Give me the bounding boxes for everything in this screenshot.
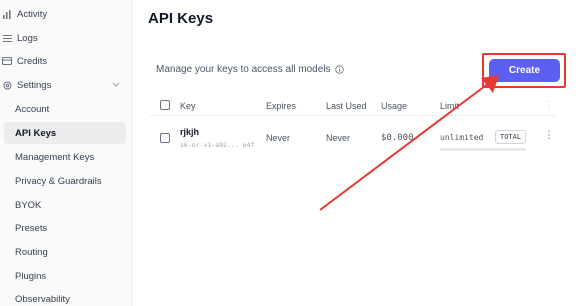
header-last-used: Last Used — [326, 101, 367, 111]
sidebar-item-label: Observability — [15, 293, 70, 305]
sidebar-item-label: Management Keys — [15, 151, 95, 163]
row-checkbox[interactable] — [160, 133, 170, 143]
sidebar-item-label: Presets — [15, 222, 48, 234]
sidebar: Activity Logs Credits Settings Account A… — [0, 0, 132, 306]
api-keys-table: Key Expires Last Used Usage Limit ⋮ rjkj… — [150, 93, 556, 163]
key-usage: $0.000 — [381, 133, 414, 143]
sidebar-item-logs[interactable]: Logs — [2, 27, 126, 49]
sidebar-item-routing[interactable]: Routing — [4, 241, 126, 263]
key-preview: sk-or-v1-a92... e4f — [180, 141, 255, 149]
sidebar-item-settings[interactable]: Settings — [2, 74, 126, 96]
credits-icon — [2, 56, 12, 66]
sidebar-item-label: Settings — [17, 79, 52, 91]
key-last-used: Never — [326, 133, 351, 143]
sidebar-item-label: Routing — [15, 246, 48, 258]
sidebar-item-label: Logs — [17, 32, 38, 44]
create-button[interactable]: Create — [489, 59, 560, 82]
sidebar-item-label: Credits — [17, 55, 48, 67]
sidebar-item-label: API Keys — [15, 127, 57, 139]
sidebar-item-plugins[interactable]: Plugins — [4, 265, 126, 287]
page-title: API Keys — [148, 10, 214, 27]
sidebar-item-presets[interactable]: Presets — [4, 217, 126, 239]
sidebar-item-label: Plugins — [15, 270, 47, 282]
header-menu-icon: ⋮ — [544, 100, 554, 111]
sidebar-item-label: Privacy & Guardrails — [15, 175, 102, 187]
sidebar-item-byok[interactable]: BYOK — [4, 194, 126, 216]
sidebar-item-observability[interactable]: Observability — [4, 288, 126, 306]
sidebar-item-label: Account — [15, 103, 50, 115]
sidebar-item-credits[interactable]: Credits — [2, 50, 126, 72]
table-row[interactable]: rjkjh sk-or-v1-a92... e4f Never Never $0… — [150, 117, 556, 157]
subtitle-text: Manage your keys to access all models — [156, 64, 331, 75]
key-expires: Never — [266, 133, 291, 143]
info-icon[interactable] — [334, 65, 344, 74]
key-name: rjkjh — [180, 127, 200, 137]
row-menu-icon[interactable]: ⋮ — [544, 130, 554, 141]
sidebar-item-label: Activity — [17, 8, 48, 20]
sidebar-item-activity[interactable]: Activity — [2, 3, 126, 25]
header-limit: Limit — [440, 101, 460, 111]
sidebar-item-api-keys[interactable]: API Keys — [4, 122, 126, 144]
page-subtitle: Manage your keys to access all models — [156, 64, 344, 75]
limit-progress-bar — [440, 148, 526, 151]
settings-icon — [2, 80, 12, 90]
key-limit: unlimited — [440, 133, 484, 142]
sidebar-item-label: BYOK — [15, 199, 42, 211]
chevron-down-icon[interactable] — [112, 80, 120, 91]
activity-icon — [2, 9, 12, 19]
sidebar-item-privacy-guardrails[interactable]: Privacy & Guardrails — [4, 170, 126, 192]
logs-icon — [2, 33, 12, 43]
header-key: Key — [180, 101, 196, 111]
limit-type-badge: TOTAL — [495, 130, 527, 144]
header-expires: Expires — [266, 101, 297, 111]
sidebar-item-management-keys[interactable]: Management Keys — [4, 146, 126, 168]
select-all-checkbox[interactable] — [160, 100, 170, 110]
table-header: Key Expires Last Used Usage Limit ⋮ — [150, 93, 556, 116]
sidebar-item-account[interactable]: Account — [4, 98, 126, 120]
header-usage: Usage — [381, 101, 408, 111]
